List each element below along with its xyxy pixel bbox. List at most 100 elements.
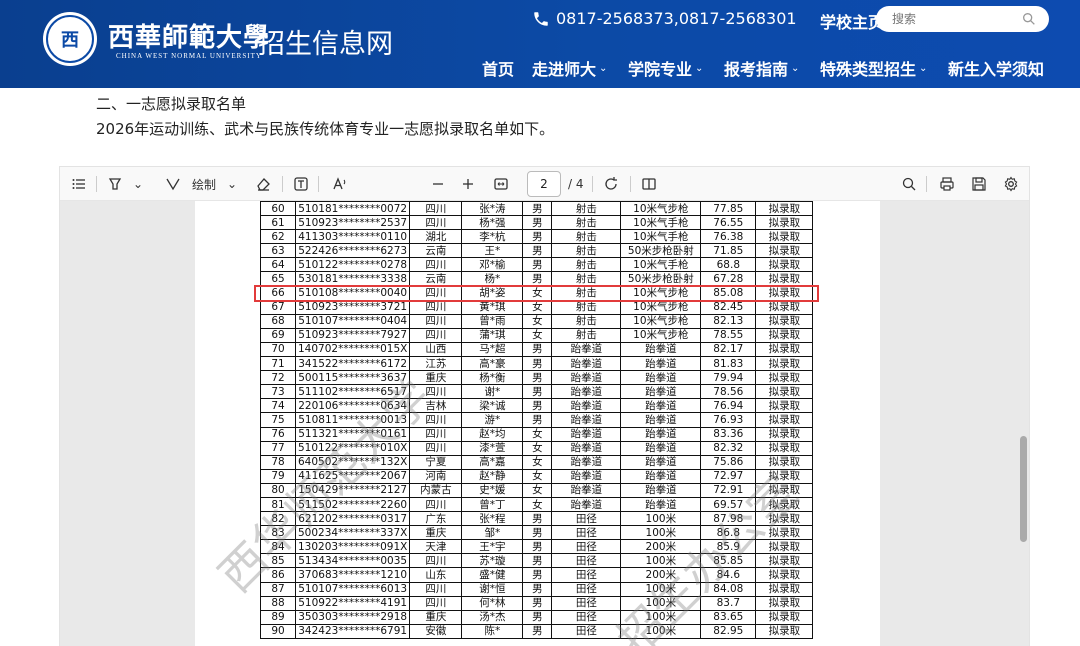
vertical-scrollbar[interactable] bbox=[1020, 436, 1027, 542]
page-view-icon[interactable] bbox=[640, 175, 658, 193]
table-cell: 射击 bbox=[551, 257, 622, 273]
table-cell: 79 bbox=[260, 468, 296, 484]
table-cell: 拟录取 bbox=[755, 511, 814, 527]
page-number-input[interactable]: 2 bbox=[527, 171, 561, 197]
nav-label: 学院专业 bbox=[628, 60, 693, 79]
table-cell: 内蒙古 bbox=[409, 482, 463, 498]
table-cell: 10米气手枪 bbox=[620, 229, 702, 245]
site-name[interactable]: 招生信息网 bbox=[258, 22, 393, 61]
nav-colleges[interactable]: 学院专业 ⌄ bbox=[628, 56, 703, 80]
table-cell: 男 bbox=[522, 623, 553, 639]
table-cell: 苏*璇 bbox=[461, 553, 524, 569]
table-cell: 500234********337X bbox=[294, 525, 411, 541]
save-icon[interactable] bbox=[970, 175, 988, 193]
table-cell: 男 bbox=[522, 229, 553, 245]
nav-newstudent[interactable]: 新生入学须知 bbox=[948, 56, 1044, 80]
admission-roster-table: 60 510181********0072 四川 张*涛男射击 10米气步枪 77.85 拟… bbox=[260, 201, 814, 639]
table-cell: 田径 bbox=[551, 539, 622, 555]
highlight-icon[interactable] bbox=[106, 175, 124, 193]
table-cell: 四川 bbox=[409, 313, 463, 329]
table-cell: 蒲*琪 bbox=[461, 327, 524, 343]
table-cell: 跆拳道 bbox=[551, 482, 622, 498]
find-icon[interactable] bbox=[900, 175, 918, 193]
school-home-link[interactable]: 学校主页 bbox=[820, 9, 884, 33]
table-cell: 邹* bbox=[461, 525, 524, 541]
table-cell: 拟录取 bbox=[755, 468, 814, 484]
table-cell: 拟录取 bbox=[755, 327, 814, 343]
table-cell: 汤*杰 bbox=[461, 609, 524, 625]
table-cell: 男 bbox=[522, 595, 553, 611]
table-cell: 四川 bbox=[409, 440, 463, 456]
table-cell: 跆拳道 bbox=[551, 384, 622, 400]
table-cell: 赵*静 bbox=[461, 468, 524, 484]
table-cell: 拟录取 bbox=[755, 609, 814, 625]
nav-guide[interactable]: 报考指南 ⌄ bbox=[724, 56, 799, 80]
table-cell: 72 bbox=[260, 370, 296, 386]
print-icon[interactable] bbox=[938, 175, 956, 193]
draw-button[interactable]: 绘制 bbox=[190, 175, 218, 193]
table-row: 77 510122********010X 四川 漆*萱女跆拳道 跆拳道 82.32 拟录取 bbox=[260, 440, 814, 456]
table-cell: 67 bbox=[260, 299, 296, 315]
table-cell: 拟录取 bbox=[755, 370, 814, 386]
table-cell: 重庆 bbox=[409, 370, 463, 386]
table-cell: 跆拳道 bbox=[620, 356, 702, 372]
rotate-icon[interactable] bbox=[602, 175, 620, 193]
table-cell: 田径 bbox=[551, 511, 622, 527]
table-cell: 83.65 bbox=[700, 609, 757, 625]
table-cell: 拟录取 bbox=[755, 313, 814, 329]
pdf-page: 60 510181********0072 四川 张*涛男射击 10米气步枪 77.85 拟… bbox=[195, 201, 880, 646]
table-row: 89 350303********2918 重庆 汤*杰男田径 100米 83.65 拟录取 bbox=[260, 609, 814, 625]
search-icon[interactable] bbox=[1021, 11, 1037, 27]
table-cell: 89 bbox=[260, 609, 296, 625]
zoom-in-icon[interactable] bbox=[460, 175, 476, 193]
table-cell: 四川 bbox=[409, 426, 463, 442]
outline-icon[interactable] bbox=[70, 175, 88, 193]
table-cell: 拟录取 bbox=[755, 271, 814, 287]
table-cell: 510922********4191 bbox=[294, 595, 411, 611]
university-logo[interactable]: 西 bbox=[43, 12, 97, 66]
chevron-down-icon[interactable]: ⌄ bbox=[132, 175, 144, 193]
table-cell: 重庆 bbox=[409, 609, 463, 625]
chevron-down-icon[interactable]: ⌄ bbox=[226, 175, 238, 193]
eraser-icon[interactable] bbox=[254, 175, 272, 193]
zoom-out-icon[interactable] bbox=[430, 175, 446, 193]
nav-home[interactable]: 首页 bbox=[482, 56, 514, 80]
table-cell: 女 bbox=[522, 468, 553, 484]
nav-label: 首页 bbox=[482, 60, 515, 79]
table-cell: 83.36 bbox=[700, 426, 757, 442]
table-cell: 342423********6791 bbox=[294, 623, 411, 639]
table-cell: 射击 bbox=[551, 271, 622, 287]
table-cell: 510923********3721 bbox=[294, 299, 411, 315]
text-box-icon[interactable] bbox=[292, 175, 310, 193]
search-box[interactable] bbox=[876, 6, 1049, 32]
table-cell: 拟录取 bbox=[755, 384, 814, 400]
table-cell: 田径 bbox=[551, 609, 622, 625]
table-cell: 86 bbox=[260, 567, 296, 583]
table-cell: 83 bbox=[260, 525, 296, 541]
read-aloud-icon[interactable] bbox=[330, 175, 350, 193]
table-cell: 田径 bbox=[551, 553, 622, 569]
table-cell: 513434********0035 bbox=[294, 553, 411, 569]
table-cell: 梁*诚 bbox=[461, 398, 524, 414]
pdf-viewer: ⌄ 绘制 ⌄ 2 / 4 60 510181********0072 四川 张*涛男射… bbox=[59, 166, 1030, 646]
table-cell: 女 bbox=[522, 496, 553, 513]
table-cell: 四川 bbox=[409, 581, 463, 597]
table-cell: 跆拳道 bbox=[620, 412, 702, 428]
table-cell: 黄*琪 bbox=[461, 299, 524, 315]
table-cell: 77.85 bbox=[700, 201, 757, 217]
settings-gear-icon[interactable] bbox=[1002, 175, 1020, 193]
draw-icon[interactable] bbox=[164, 175, 182, 193]
pdf-canvas[interactable]: 60 510181********0072 四川 张*涛男射击 10米气步枪 77.85 拟… bbox=[60, 201, 1029, 646]
table-cell: 拟录取 bbox=[755, 525, 814, 541]
search-input[interactable] bbox=[890, 11, 1014, 27]
table-cell: 530181********3338 bbox=[294, 271, 411, 287]
table-cell: 王* bbox=[461, 243, 524, 259]
nav-about[interactable]: 走进师大 ⌄ bbox=[532, 56, 607, 80]
table-cell: 跆拳道 bbox=[620, 341, 702, 358]
table-row: 63 522426********6273 云南 王* 男射击 50米步枪卧射 71.85 拟… bbox=[260, 243, 814, 259]
fit-width-icon[interactable] bbox=[492, 175, 510, 193]
table-cell: 10米气步枪 bbox=[620, 201, 702, 217]
table-row: 85 513434********0035 四川 苏*璇男田径 100米 85.85 拟录取 bbox=[260, 553, 814, 569]
nav-special[interactable]: 特殊类型招生 ⌄ bbox=[820, 56, 927, 80]
table-cell: 510181********0072 bbox=[294, 201, 411, 217]
